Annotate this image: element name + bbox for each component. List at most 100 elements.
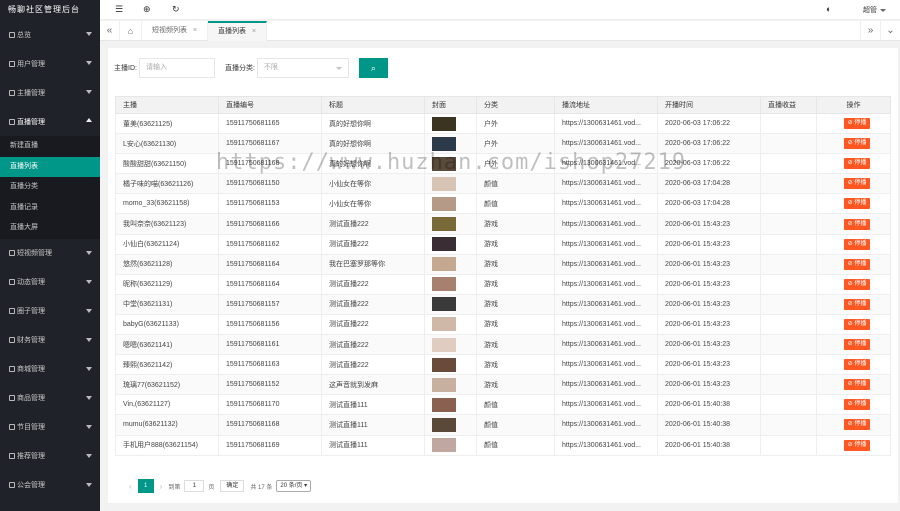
actions-cell: ⊘ 停播 bbox=[816, 273, 891, 295]
chevron-down-icon bbox=[86, 366, 92, 371]
tabs-menu-icon[interactable]: ⌄ bbox=[880, 21, 900, 41]
globe-icon[interactable]: ⊕ bbox=[143, 4, 151, 15]
category-cell: 游戏 bbox=[476, 354, 555, 376]
stop-live-button[interactable]: ⊘ 停播 bbox=[843, 359, 871, 371]
cover-thumbnail[interactable] bbox=[432, 417, 456, 432]
tabs-scroll-right-icon[interactable]: » bbox=[860, 21, 880, 41]
stop-live-button[interactable]: ⊘ 停播 bbox=[843, 278, 871, 290]
sidebar-item-finance[interactable]: 财务管理 bbox=[0, 326, 100, 355]
goto-confirm-button[interactable]: 确定 bbox=[220, 480, 245, 492]
stop-live-button[interactable]: ⊘ 停播 bbox=[843, 439, 871, 451]
sidebar-item-moments[interactable]: 动态管理 bbox=[0, 268, 100, 297]
start-time-cell: 2020-06-01 15:43:23 bbox=[657, 374, 761, 396]
stop-live-button[interactable]: ⊘ 停播 bbox=[843, 339, 871, 351]
stop-live-button[interactable]: ⊘ 停播 bbox=[843, 318, 871, 330]
category-label: 直播分类: bbox=[224, 65, 255, 72]
sidebar-subitem-live-category[interactable]: 直播分类 bbox=[0, 177, 100, 198]
menu-toggle-icon[interactable]: ☰ bbox=[115, 4, 123, 15]
cover-thumbnail[interactable] bbox=[432, 136, 456, 151]
sidebar-item-circles[interactable]: 圈子管理 bbox=[0, 297, 100, 326]
cover-thumbnail[interactable] bbox=[432, 317, 456, 332]
revenue-cell bbox=[760, 273, 817, 295]
sidebar-item-overview[interactable]: 总览 bbox=[0, 20, 100, 49]
cover-thumbnail[interactable] bbox=[432, 237, 456, 252]
stop-live-button[interactable]: ⊘ 停播 bbox=[843, 198, 871, 210]
sidebar-item-anchors[interactable]: 主播管理 bbox=[0, 78, 100, 107]
tab-short-video-list[interactable]: 短视频列表 × bbox=[142, 21, 209, 41]
tab-live-list[interactable]: 直播列表 × bbox=[208, 21, 268, 41]
stop-live-button[interactable]: ⊘ 停播 bbox=[843, 238, 871, 250]
theme-icon[interactable]: ◐ bbox=[826, 4, 831, 14]
stop-live-button[interactable]: ⊘ 停播 bbox=[843, 419, 871, 431]
stop-live-button[interactable]: ⊘ 停播 bbox=[843, 138, 871, 150]
sidebar-item-users[interactable]: 用户管理 bbox=[0, 49, 100, 78]
cover-thumbnail[interactable] bbox=[432, 438, 456, 453]
anchor-cell: 嗯嗯(63621141) bbox=[115, 334, 219, 356]
cover-thumbnail[interactable] bbox=[432, 337, 456, 352]
cover-thumbnail[interactable] bbox=[432, 257, 456, 272]
stop-live-button[interactable]: ⊘ 停播 bbox=[843, 158, 871, 170]
stop-live-button[interactable]: ⊘ 停播 bbox=[843, 118, 871, 130]
actions-cell: ⊘ 停播 bbox=[816, 354, 891, 376]
tabs-scroll-left-icon[interactable]: « bbox=[100, 21, 120, 41]
cover-thumbnail[interactable] bbox=[432, 377, 456, 392]
actions-cell: ⊘ 停播 bbox=[816, 414, 891, 436]
live-no-cell: 15911750681152 bbox=[218, 374, 322, 396]
anchor-cell: 董美(63621125) bbox=[115, 112, 219, 135]
title-cell: 测试直播222 bbox=[321, 313, 425, 336]
sidebar-item-goods[interactable]: 商品管理 bbox=[0, 384, 100, 413]
search-button[interactable]: ⌕ bbox=[358, 58, 388, 78]
goto-page-input[interactable]: 1 bbox=[184, 480, 205, 492]
sidebar-subitem-live-screen[interactable]: 直播大屏 bbox=[0, 218, 100, 239]
table-row: mumu(63621132) 15911750681168 测试直播111 颜值 htt… bbox=[115, 414, 891, 436]
actions-cell: ⊘ 停播 bbox=[816, 394, 891, 416]
cover-cell bbox=[424, 334, 477, 356]
cover-thumbnail[interactable] bbox=[432, 176, 456, 191]
sidebar-item-mall[interactable]: 商城管理 bbox=[0, 355, 100, 384]
stop-live-button[interactable]: ⊘ 停播 bbox=[843, 258, 871, 270]
sidebar-item-programs[interactable]: 节目管理 bbox=[0, 413, 100, 442]
cover-thumbnail[interactable] bbox=[432, 116, 456, 131]
revenue-cell bbox=[760, 374, 817, 396]
sidebar-item-live[interactable]: 直播管理 bbox=[0, 107, 100, 136]
cover-thumbnail[interactable] bbox=[432, 196, 456, 211]
sidebar-subitem-new-live[interactable]: 新建直播 bbox=[0, 136, 100, 157]
stop-live-button[interactable]: ⊘ 停播 bbox=[843, 399, 871, 411]
cover-thumbnail[interactable] bbox=[432, 277, 456, 292]
prev-page-icon[interactable]: ‹ bbox=[129, 482, 132, 491]
stop-live-button[interactable]: ⊘ 停播 bbox=[843, 298, 871, 310]
cover-thumbnail[interactable] bbox=[432, 357, 456, 372]
actions-cell: ⊘ 停播 bbox=[816, 173, 891, 195]
stop-live-button[interactable]: ⊘ 停播 bbox=[843, 379, 871, 391]
sidebar-subitem-live-list[interactable]: 直播列表 bbox=[0, 156, 100, 177]
cover-thumbnail[interactable] bbox=[432, 297, 456, 312]
close-icon[interactable]: × bbox=[193, 27, 197, 34]
chevron-down-icon bbox=[86, 61, 92, 65]
start-time-cell: 2020-06-01 15:43:23 bbox=[657, 313, 761, 336]
close-icon[interactable]: × bbox=[252, 28, 256, 35]
stop-live-button[interactable]: ⊘ 停播 bbox=[843, 218, 871, 230]
sidebar-item-guild[interactable]: 公会管理 bbox=[0, 471, 100, 500]
start-time-cell: 2020-06-03 17:04:28 bbox=[657, 193, 761, 215]
title-cell: 小仙女在等你 bbox=[321, 173, 425, 195]
page-size-select[interactable]: 20 条/页 ▾ bbox=[276, 480, 312, 492]
category-select[interactable]: 不限 bbox=[256, 58, 349, 78]
pagination: ‹ 1 › 到第 1 页 确定 共 17 条 20 条/页 ▾ bbox=[123, 479, 312, 493]
sidebar-item-recommend[interactable]: 推荐管理 bbox=[0, 442, 100, 471]
table-row: 手机用户888(63621154) 15911750681169 测试直播111 颜值… bbox=[115, 434, 891, 456]
total-count: 共 17 条 bbox=[250, 484, 273, 491]
next-page-icon[interactable]: › bbox=[160, 482, 163, 491]
sidebar-subitem-live-records[interactable]: 直播记录 bbox=[0, 198, 100, 219]
sidebar-item-short-video[interactable]: 短视频管理 bbox=[0, 239, 100, 268]
anchor-id-input[interactable]: 请输入 bbox=[138, 58, 215, 78]
page-1[interactable]: 1 bbox=[137, 479, 154, 493]
cover-cell bbox=[424, 112, 477, 135]
cover-cell bbox=[424, 233, 477, 255]
cover-thumbnail[interactable] bbox=[432, 217, 456, 232]
stop-live-button[interactable]: ⊘ 停播 bbox=[843, 178, 871, 190]
stream-url-cell: https://1300631461.vod... bbox=[554, 112, 658, 135]
refresh-icon[interactable]: ↻ bbox=[172, 4, 180, 15]
cover-thumbnail[interactable] bbox=[432, 397, 456, 412]
home-icon[interactable]: ⌂ bbox=[120, 21, 142, 41]
user-menu[interactable]: 超管 bbox=[863, 5, 886, 15]
